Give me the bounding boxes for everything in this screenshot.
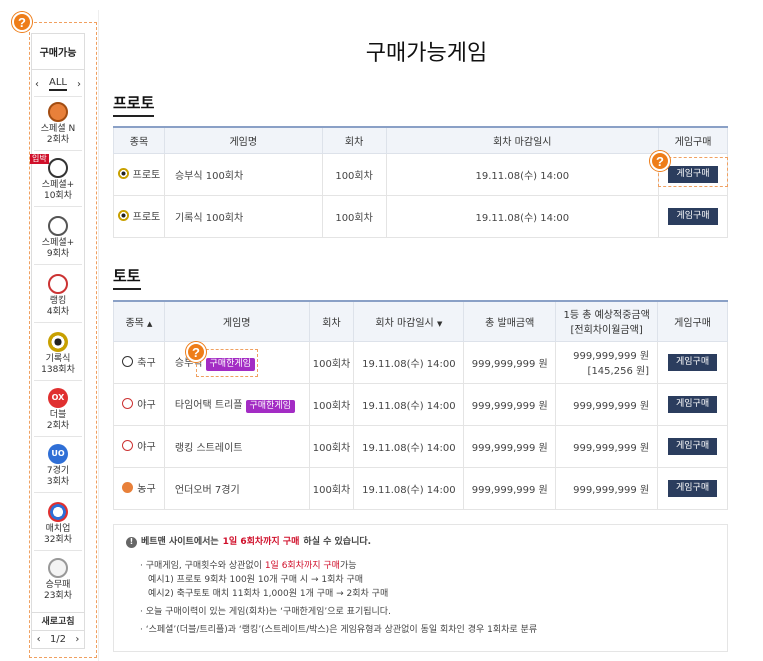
sidebar-item-double[interactable]: OX 더블 2회차: [32, 388, 84, 432]
chevron-left-icon[interactable]: ‹: [35, 79, 39, 90]
sidebar-pager: ‹ 1/2 ›: [32, 630, 84, 648]
sidebar-item-win-draw-lose[interactable]: 승무패 23회차: [32, 558, 84, 602]
list-item: · ‘스페셜’(더블/트리플)과 ‘랭킹’(스트레이트/박스)은 게임유형과 상…: [140, 625, 538, 635]
help-icon[interactable]: ?: [186, 342, 206, 362]
buy-button[interactable]: 게임구매: [667, 437, 718, 455]
toto-section-title: 토토: [113, 265, 141, 290]
table-row: 프로토 승부식 100회차 100회차 19.11.08(수) 14:00 게임…: [113, 152, 728, 196]
page-indicator: 1/2: [49, 634, 67, 645]
col-deadline: 회차 마감일시: [385, 126, 660, 154]
sidebar-item-ranking[interactable]: 랭킹 4회차: [32, 274, 84, 318]
sort-down-icon[interactable]: ▼: [437, 320, 442, 328]
target-icon: [117, 168, 129, 179]
basketball-icon: [122, 482, 134, 493]
col-round: 회차: [321, 126, 387, 154]
uo-icon: UO: [48, 444, 68, 464]
buy-button[interactable]: 게임구매: [667, 395, 718, 413]
col-sport: 종목: [113, 126, 165, 154]
sidebar-item-matchup[interactable]: 매치업 32회차: [32, 502, 84, 546]
filter-all[interactable]: ALL: [49, 77, 67, 91]
chevron-right-icon[interactable]: ›: [75, 634, 79, 645]
chevron-left-icon[interactable]: ‹: [37, 634, 41, 645]
soccer-icon: [122, 356, 134, 367]
sidebar-item-7games[interactable]: UO 7경기 3회차: [32, 444, 84, 488]
proto-section-title: 프로토: [113, 92, 155, 117]
buy-button[interactable]: 게임구매: [668, 207, 718, 225]
col-sport[interactable]: 종목 ▲: [113, 300, 165, 342]
col-buy: 게임구매: [658, 126, 728, 154]
soccer-icon: [48, 158, 68, 178]
sidebar-item-special-plus-10[interactable]: 입박 스페셜+ 10회차: [30, 154, 84, 202]
baseball-icon: [122, 398, 134, 409]
info-icon: !: [126, 536, 137, 548]
col-expected: 1등 총 예상적중금액 [전회차이월금액]: [555, 300, 659, 342]
sidebar-filter: ‹ ALL ›: [32, 74, 84, 94]
col-name: 게임명: [163, 300, 310, 342]
basketball-icon: [48, 102, 68, 122]
buy-button[interactable]: 게임구매: [667, 353, 718, 371]
sidebar-item-record[interactable]: 기록식 138회차: [32, 332, 84, 376]
sort-up-icon[interactable]: ▲: [147, 320, 152, 328]
col-name: 게임명: [163, 126, 323, 154]
col-deadline[interactable]: 회차 마감일시 ▼: [353, 300, 465, 342]
sidebar-title: 구매가능: [32, 34, 84, 70]
table-row: 야구 타임어택 트리플 구매한게임 100회차 19.11.08(수) 14:00…: [113, 382, 728, 426]
col-round: 회차: [308, 300, 355, 342]
purchase-notice: ! 베트맨 사이트에서는 1일 6회차까지 구매 하실 수 있습니다. · 구매게임…: [113, 524, 728, 652]
help-icon[interactable]: ?: [650, 151, 670, 171]
chevron-right-icon[interactable]: ›: [77, 79, 81, 90]
target-icon: [48, 332, 68, 352]
baseball-icon: [122, 440, 134, 451]
baseball-icon: [48, 274, 68, 294]
buy-button[interactable]: 게임구매: [667, 479, 718, 497]
matchup-icon: [48, 502, 68, 522]
main-content: 구매가능게임 프로토 종목 게임명 회차 회차 마감일시 게임구매 프로토 승부…: [98, 10, 753, 661]
page-title: 구매가능게임: [365, 41, 488, 66]
sidebar-item-special-plus-9[interactable]: 스페셜+ 9회차: [32, 216, 84, 260]
divider: [34, 96, 82, 97]
list-item: · 구매게임, 구매횟수와 상관없이 1일 6회차까지 구매가능 예시1) 프로…: [140, 561, 389, 599]
help-icon[interactable]: ?: [12, 12, 32, 32]
target-icon: [117, 210, 129, 221]
ox-icon: OX: [48, 388, 68, 408]
table-row: 프로토 기록식 100회차 100회차 19.11.08(수) 14:00 게임…: [113, 194, 728, 238]
toto-table: 종목 ▲ 게임명 회차 회차 마감일시 ▼ 총 발매금액 1등 총 예상적중금액…: [113, 300, 728, 510]
sidebar-item-special-n[interactable]: 스페셜 N 2회차: [32, 102, 84, 146]
refresh-button[interactable]: 새로고침: [32, 612, 84, 630]
sidebar: 구매가능 ‹ ALL › 스페셜 N 2회차 입박 스페셜+ 10회차 스페셜+…: [30, 33, 85, 649]
col-total: 총 발매금액: [463, 300, 557, 342]
list-item: · 오늘 구매이력이 있는 게임(회차)는 ‘구매한게임’으로 표기됩니다.: [140, 607, 391, 617]
col-buy: 게임구매: [657, 300, 728, 342]
volleyball-icon: [48, 216, 68, 236]
table-row: 야구 랭킹 스트레이트 100회차 19.11.08(수) 14:00 999,…: [113, 424, 728, 468]
imminent-badge: 입박: [30, 154, 49, 164]
purchased-badge: 구매한게임: [245, 399, 295, 413]
golf-ball-icon: [48, 558, 68, 578]
proto-table: 종목 게임명 회차 회차 마감일시 게임구매 프로토 승부식 100회차 100…: [113, 126, 728, 238]
table-row: 농구 언더오버 7경기 100회차 19.11.08(수) 14:00 999,…: [113, 466, 728, 510]
